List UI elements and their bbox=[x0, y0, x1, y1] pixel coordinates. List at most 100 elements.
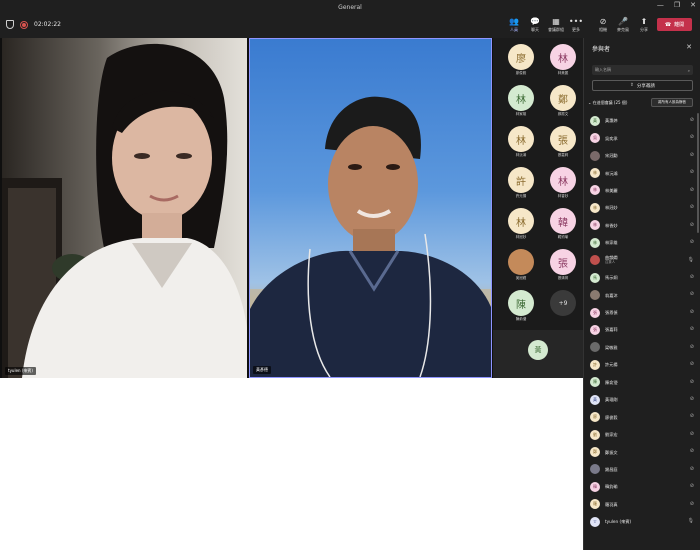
share-invite-button[interactable]: ⇪ 分享邀請 bbox=[592, 80, 693, 91]
mic-off-icon: ⊘ bbox=[689, 151, 694, 158]
list-item[interactable]: 翁嘉沐 ⊘ bbox=[590, 286, 694, 303]
avatar: 廖 bbox=[590, 412, 600, 423]
gallery-tile[interactable]: 林林美麗 bbox=[543, 44, 583, 84]
participant-name-text: 吳奕承 bbox=[605, 135, 618, 141]
participant-name-text: 林美麗 bbox=[605, 187, 618, 193]
list-item[interactable]: 許許元揚 ⊘ bbox=[590, 356, 694, 373]
list-item[interactable]: 韓韓鈞瑜 ⊘ bbox=[590, 478, 694, 495]
mic-off-icon: ⊘ bbox=[689, 291, 694, 298]
mic-off-icon: ⊘ bbox=[689, 378, 694, 385]
participant-name: 黃惠婷 bbox=[605, 118, 618, 123]
mic-off-icon: ⊘ bbox=[689, 430, 694, 437]
chat-button[interactable]: 💬 聊天 bbox=[524, 17, 546, 33]
list-item[interactable]: 梁敏雅 ⊘ bbox=[590, 339, 694, 356]
list-item[interactable]: 馬馬示銅 ⊘ bbox=[590, 269, 694, 286]
participant-role: 召集人 bbox=[605, 260, 616, 265]
share-button[interactable]: ⬆ 分享 bbox=[633, 17, 655, 33]
gallery-tile[interactable]: 林林香妙 bbox=[543, 167, 583, 207]
avatar: 林 bbox=[508, 208, 534, 234]
gallery-tile[interactable]: 張張嘉莉 bbox=[543, 126, 583, 166]
close-icon[interactable]: ✕ bbox=[686, 43, 692, 51]
list-item[interactable]: 林林美麗 ⊘ bbox=[590, 182, 694, 199]
avatar: 林 bbox=[550, 167, 576, 193]
gallery-tile[interactable]: 廖廖俊毅 bbox=[501, 44, 541, 84]
avatar: 黃 bbox=[590, 115, 600, 126]
avatar: 黃 bbox=[590, 394, 600, 405]
mic-off-icon: ⊘ bbox=[689, 396, 694, 402]
list-item[interactable]: 林林冠妙 ⊘ bbox=[590, 199, 694, 216]
more-button[interactable]: ••• 更多 bbox=[565, 17, 587, 33]
avatar bbox=[590, 150, 600, 161]
more-participants-tile[interactable]: +9 bbox=[543, 290, 583, 330]
participant-name-text: 羅羽真 bbox=[605, 501, 618, 507]
list-item[interactable]: 羅羅羽真 ⊘ bbox=[590, 496, 694, 513]
list-item[interactable]: 劉劉家宏 ⊘ bbox=[590, 426, 694, 443]
list-item[interactable]: 鄭鄭振文 ⊘ bbox=[590, 443, 694, 460]
people-button[interactable]: 👥 人員 bbox=[503, 17, 525, 39]
video-tile-left[interactable]: tyulen (來賓) bbox=[2, 38, 247, 378]
participant-name: 陳俞瀅 bbox=[605, 380, 618, 385]
scrollbar[interactable] bbox=[697, 113, 699, 233]
participant-name-text: 黃惠婷 bbox=[605, 118, 618, 124]
list-item[interactable]: 宋冠勳 ⊘ bbox=[590, 147, 694, 164]
video-tile-right[interactable]: 黃彥德 bbox=[249, 38, 492, 378]
participant-name-text: 鄭振文 bbox=[605, 449, 618, 455]
list-item[interactable]: 林林香妙 ⊘ bbox=[590, 217, 694, 234]
gallery-tile[interactable]: 林林家雄 bbox=[501, 85, 541, 125]
list-item[interactable]: 黃黃琨剛 ⊘ bbox=[590, 391, 694, 408]
camera-button[interactable]: ⊘ 相機 bbox=[592, 17, 614, 33]
list-item[interactable]: 曲韻嫺 召集人 🎙 bbox=[590, 252, 694, 269]
minimize-icon[interactable]: — bbox=[657, 1, 664, 9]
avatar bbox=[590, 290, 600, 301]
gallery-tile[interactable]: 許許元揚 bbox=[501, 167, 541, 207]
gallery-tile[interactable]: 張張清育 bbox=[543, 249, 583, 289]
restore-icon[interactable]: ❐ bbox=[674, 1, 680, 9]
participant-name: 張嘉莉 bbox=[605, 327, 618, 332]
gallery-tile[interactable]: 韓韓鈞瑜 bbox=[543, 208, 583, 248]
participant-name: 韓鈞瑜 bbox=[605, 484, 618, 489]
self-avatar[interactable]: 黃 bbox=[528, 340, 548, 360]
list-item[interactable]: 吳吳奕承 ⊘ bbox=[590, 129, 694, 146]
avatar: 吳 bbox=[590, 133, 600, 144]
list-item[interactable]: 黃黃惠婷 ⊘ bbox=[590, 112, 694, 129]
list-item[interactable]: 林林家雄 ⊘ bbox=[590, 234, 694, 251]
participant-name: 廖俊毅 bbox=[605, 415, 618, 420]
mic-icon: 🎤 bbox=[618, 17, 628, 26]
avatar: 林 bbox=[590, 237, 600, 248]
mic-button[interactable]: 🎤 麥克風 bbox=[612, 17, 634, 33]
gallery-tile[interactable]: 陳陳俞瀅 bbox=[501, 290, 541, 330]
leave-button[interactable]: ☎ 離開 bbox=[657, 18, 692, 31]
mute-all-button[interactable]: 將所有人設為靜音 bbox=[651, 98, 693, 107]
participants-panel: 參與者 ✕ 輸入名稱 ⌕ ⇪ 分享邀請 ⌄ 在這個會議 (25 個) 將所有人設… bbox=[583, 38, 700, 550]
avatar: 廖 bbox=[508, 44, 534, 70]
gallery-name: 林沅鴻 bbox=[515, 153, 527, 157]
gallery-tile[interactable]: 林林沅鴻 bbox=[501, 126, 541, 166]
mic-icon: 🎙 bbox=[687, 256, 694, 263]
mic-off-icon: ⊘ bbox=[689, 448, 694, 455]
gallery-tile[interactable]: 林林冠妙 bbox=[501, 208, 541, 248]
list-item[interactable]: 張張恩偵 ⊘ bbox=[590, 304, 694, 321]
gallery-tile[interactable]: 吳冠緯 bbox=[501, 249, 541, 289]
meeting-status: 02:02:22 bbox=[6, 20, 61, 29]
share-icon: ⬆ bbox=[640, 17, 648, 26]
breakout-rooms-button[interactable]: ▦ 會議群組 bbox=[545, 17, 567, 33]
chat-icon: 💬 bbox=[530, 17, 540, 26]
list-item[interactable]: 謝昌庭 ⊘ bbox=[590, 461, 694, 478]
gallery-name: 許元揚 bbox=[515, 194, 527, 198]
list-item[interactable]: 林林沅鴻 ⊘ bbox=[590, 164, 694, 181]
list-item[interactable]: 廖廖俊毅 ⊘ bbox=[590, 408, 694, 425]
participant-video-woman bbox=[2, 43, 247, 378]
gallery-name: 張清育 bbox=[557, 276, 569, 280]
section-header[interactable]: ⌄ 在這個會議 (25 個) bbox=[588, 100, 627, 106]
close-window-icon[interactable]: ✕ bbox=[690, 1, 696, 9]
rooms-icon: ▦ bbox=[552, 17, 560, 26]
gallery-tile[interactable]: 鄭鄭振文 bbox=[543, 85, 583, 125]
list-item[interactable]: 張張嘉莉 ⊘ bbox=[590, 321, 694, 338]
window-title: General bbox=[338, 3, 362, 11]
search-input[interactable]: 輸入名稱 ⌕ bbox=[592, 65, 693, 75]
list-item[interactable]: Ttyulen (來賓) 🎙 bbox=[590, 513, 694, 530]
meeting-timer: 02:02:22 bbox=[34, 21, 61, 28]
participant-name: 梁敏雅 bbox=[605, 345, 618, 350]
list-item[interactable]: 陳陳俞瀅 ⊘ bbox=[590, 374, 694, 391]
mic-off-icon: ⊘ bbox=[689, 343, 694, 350]
